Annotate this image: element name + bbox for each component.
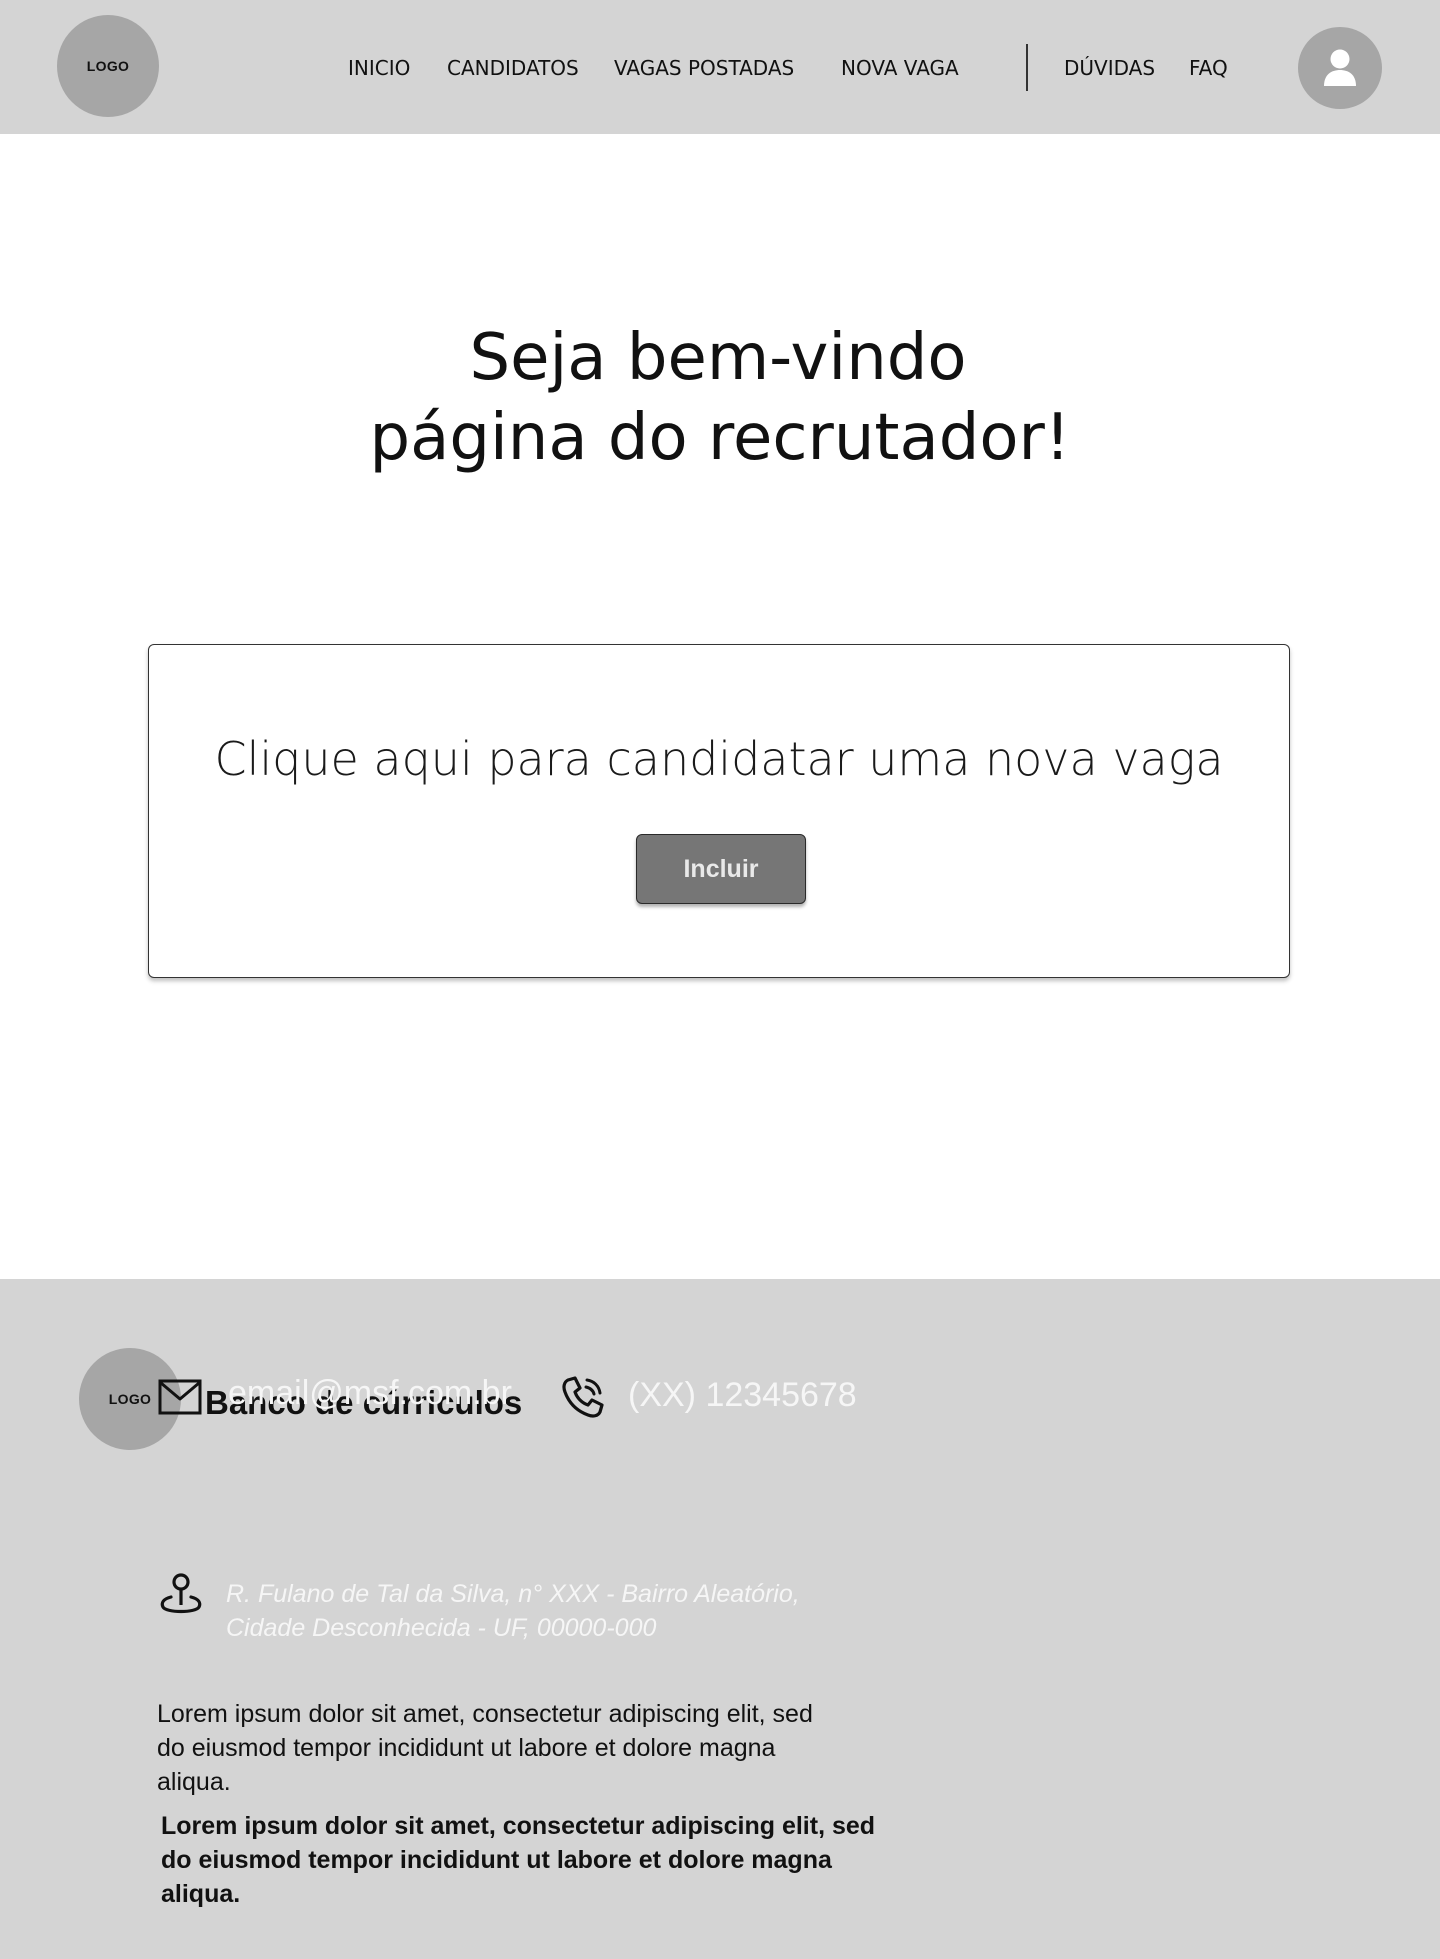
user-avatar-button[interactable] — [1298, 27, 1382, 109]
header-logo[interactable]: LOGO — [57, 15, 159, 117]
footer-address: R. Fulano de Tal da Silva, n° XXX - Bair… — [226, 1577, 800, 1645]
nav-candidatos[interactable]: CANDIDATOS — [447, 54, 579, 82]
new-job-card: Clique aqui para candidatar uma nova vag… — [148, 644, 1290, 978]
footer-email[interactable]: email@msf.com.br — [228, 1374, 512, 1413]
new-job-prompt: Clique aqui para candidatar uma nova vag… — [214, 732, 1224, 786]
page-title-line1: Seja bem-vindo — [469, 321, 967, 395]
page-title: Seja bem-vindo página do recrutador! — [0, 318, 1440, 478]
incluir-button[interactable]: Incluir — [636, 834, 806, 904]
footer-description-line: aliqua. — [157, 1768, 231, 1796]
footer-address-line1: R. Fulano de Tal da Silva, n° XXX - Bair… — [226, 1580, 800, 1608]
footer-phone[interactable]: (XX) 12345678 — [628, 1376, 857, 1415]
nav-nova-vaga[interactable]: NOVA VAGA — [841, 54, 959, 82]
header-logo-label: LOGO — [86, 58, 130, 74]
footer-description-bold-line: aliqua. — [161, 1880, 241, 1908]
nav-inicio[interactable]: INICIO — [348, 54, 410, 82]
nav-faq[interactable]: FAQ — [1189, 54, 1228, 82]
nav-divider — [1026, 44, 1028, 91]
footer-address-line2: Cidade Desconhecida - UF, 00000-000 — [226, 1614, 657, 1642]
page-title-line2: página do recrutador! — [369, 401, 1071, 475]
footer-description-bold-line: Lorem ipsum dolor sit amet, consectetur … — [161, 1812, 876, 1840]
footer-description-bold: Lorem ipsum dolor sit amet, consectetur … — [161, 1809, 881, 1911]
footer-description-bold-line: do eiusmod tempor incididunt ut labore e… — [161, 1846, 832, 1874]
phone-icon — [560, 1374, 606, 1420]
mail-icon — [158, 1378, 202, 1416]
top-navbar: LOGO INICIO CANDIDATOS VAGAS POSTADAS NO… — [0, 0, 1440, 134]
footer-description: Lorem ipsum dolor sit amet, consectetur … — [157, 1697, 877, 1799]
nav-duvidas[interactable]: DÚVIDAS — [1064, 54, 1155, 82]
user-icon — [1324, 49, 1356, 86]
footer-description-line: do eiusmod tempor incididunt ut labore e… — [157, 1734, 776, 1762]
footer-description-line: Lorem ipsum dolor sit amet, consectetur … — [157, 1700, 813, 1728]
map-pin-icon — [158, 1572, 204, 1618]
footer-logo-label: LOGO — [108, 1391, 152, 1407]
footer: LOGO Banco de cúrriculos email@msf.com.b… — [0, 1279, 1440, 1959]
nav-vagas-postadas[interactable]: VAGAS POSTADAS — [614, 54, 794, 82]
